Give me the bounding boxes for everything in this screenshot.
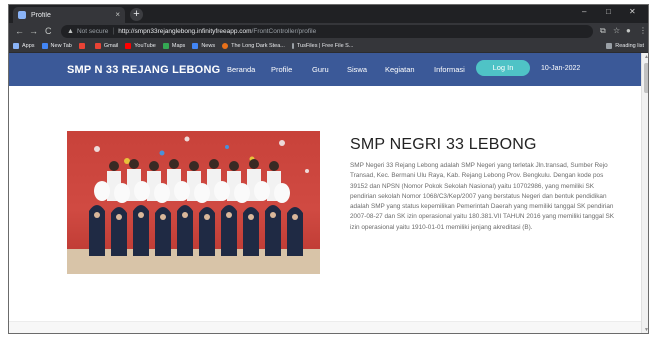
nav-siswa[interactable]: Siswa — [347, 65, 367, 74]
next-section-strip — [9, 322, 641, 333]
bookmarks-bar: Apps New Tab Gmail YouTube Maps News The… — [9, 40, 648, 53]
bookmark-label: YouTube — [134, 43, 156, 49]
bookmark-label: The Long Dark Stea... — [231, 43, 285, 49]
url-host[interactable]: http://smpn33rejanglebong.infinityfreeap… — [118, 28, 251, 35]
close-window-icon[interactable]: ✕ — [629, 7, 636, 16]
security-label[interactable]: Not secure — [77, 28, 108, 35]
apps-grid-icon — [13, 43, 19, 49]
vertical-scrollbar[interactable]: ▲ ▼ — [641, 53, 648, 333]
bookmark-label: Maps — [171, 43, 186, 49]
menu-kebab-icon[interactable]: ⋮ — [639, 26, 647, 35]
share-icon[interactable]: ⧉ — [600, 26, 606, 36]
active-tab[interactable]: Profile × — [13, 7, 125, 23]
profile-avatar-icon[interactable]: ● — [626, 26, 631, 35]
reading-list-icon — [606, 43, 613, 49]
page-favicon-icon — [18, 11, 26, 19]
about-title: SMP NEGRI 33 LEBONG — [350, 136, 537, 153]
warning-icon[interactable]: ▲ — [67, 28, 74, 35]
browser-window: Profile × + – □ ✕ ← → C ▲ Not secure | h… — [8, 4, 649, 334]
bookmark-long-dark[interactable]: The Long Dark Stea... — [222, 43, 285, 49]
bookmark-apps[interactable]: Apps — [13, 43, 35, 49]
bookmark-label: TusFiles | Free File S... — [296, 43, 354, 49]
maps-icon — [162, 43, 169, 49]
bookmark-youtube[interactable]: YouTube — [125, 43, 156, 49]
steam-icon — [222, 43, 229, 49]
bookmark-maps[interactable]: Maps — [162, 43, 186, 49]
reload-icon[interactable]: C — [45, 26, 52, 36]
bookmark-label: Gmail — [103, 43, 119, 49]
nav-kegiatan[interactable]: Kegiatan — [385, 65, 415, 74]
newtab-icon — [41, 43, 48, 49]
nav-informasi[interactable]: Informasi — [434, 65, 465, 74]
close-tab-icon[interactable]: × — [115, 11, 120, 19]
bookmark-youtube-small[interactable] — [78, 43, 88, 49]
reading-list-button[interactable]: Reading list — [606, 43, 644, 49]
maximize-icon[interactable]: □ — [606, 7, 611, 16]
youtube-icon — [125, 43, 132, 49]
school-group-photo — [67, 131, 320, 274]
url-path[interactable]: /FrontController/profile — [252, 28, 317, 35]
page-viewport: SMP N 33 REJANG LEBONG Beranda Profile G… — [9, 53, 641, 333]
nav-guru[interactable]: Guru — [312, 65, 329, 74]
nav-profile[interactable]: Profile — [271, 65, 292, 74]
scroll-down-icon[interactable]: ▼ — [643, 327, 648, 333]
bookmark-label: Apps — [22, 43, 35, 49]
forward-icon[interactable]: → — [29, 26, 38, 36]
tab-strip: Profile × + – □ ✕ — [9, 5, 648, 23]
new-tab-button[interactable]: + — [130, 8, 143, 21]
scrollbar-thumb[interactable] — [644, 63, 648, 93]
bookmark-label: News — [201, 43, 216, 49]
bookmark-star-icon[interactable]: ☆ — [613, 26, 620, 35]
site-date: 10-Jan-2022 — [541, 65, 581, 72]
group-people-illustration — [89, 136, 309, 256]
gmail-icon — [94, 43, 101, 49]
bookmark-new-tab[interactable]: New Tab — [41, 43, 72, 49]
reading-list-label: Reading list — [615, 43, 644, 49]
scroll-up-icon[interactable]: ▲ — [643, 54, 648, 60]
youtube-icon — [78, 43, 85, 49]
minimize-icon[interactable]: – — [582, 7, 586, 16]
bookmark-label: New Tab — [50, 43, 72, 49]
site-navbar: SMP N 33 REJANG LEBONG Beranda Profile G… — [9, 53, 641, 86]
back-icon[interactable]: ← — [15, 26, 24, 36]
news-icon — [192, 43, 199, 49]
address-separator: | — [112, 28, 115, 35]
address-bar[interactable]: ▲ Not secure | http://smpn33rejanglebong… — [61, 25, 593, 38]
tab-title: Profile — [31, 11, 51, 19]
bookmark-news[interactable]: News — [192, 43, 215, 49]
bookmark-gmail[interactable]: Gmail — [94, 43, 119, 49]
site-brand[interactable]: SMP N 33 REJANG LEBONG — [67, 64, 220, 76]
login-button[interactable]: Log In — [476, 60, 530, 76]
browser-toolbar: ← → C ▲ Not secure | http://smpn33rejang… — [9, 23, 648, 40]
tusfiles-icon — [291, 43, 294, 49]
nav-beranda[interactable]: Beranda — [227, 65, 255, 74]
about-description: SMP Negeri 33 Rejang Lebong adalah SMP N… — [350, 162, 615, 231]
bookmark-tusfiles[interactable]: TusFiles | Free File S... — [291, 43, 354, 49]
